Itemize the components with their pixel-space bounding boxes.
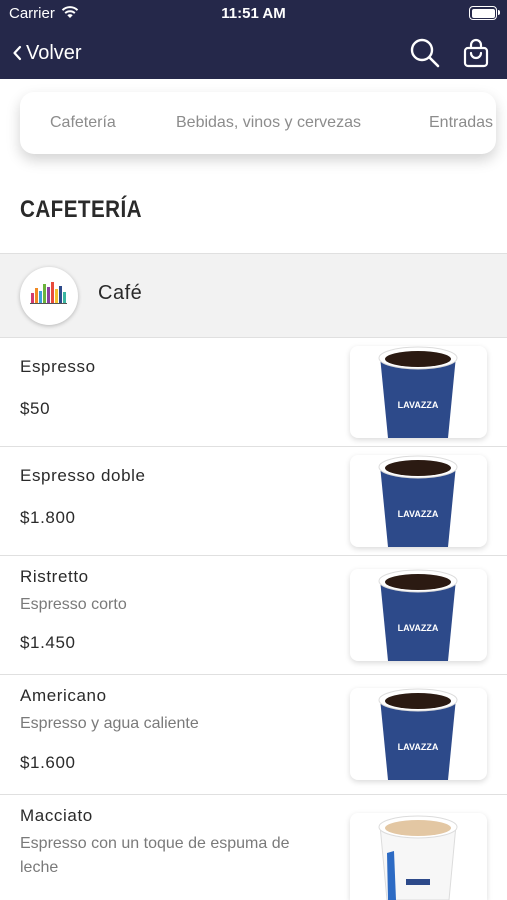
cart-button[interactable] [460,36,494,70]
tab-bebidas[interactable]: Bebidas, vinos y cervezas [176,92,361,154]
battery-icon [469,6,500,20]
menu-item-macciato[interactable]: Macciato Espresso con un toque de espuma… [0,795,507,900]
item-price: $1.600 [20,753,76,772]
item-name: Espresso doble [20,466,146,485]
cup-brand-label: LAVAZZA [398,623,439,633]
tab-entradas[interactable]: Entradas [429,92,493,154]
item-price: $50 [20,399,51,418]
nav-bar: Volver [0,36,507,70]
search-button[interactable] [408,36,442,70]
item-price: $1.450 [20,633,76,652]
cup-brand-label: LAVAZZA [398,509,439,519]
search-icon [410,38,440,68]
category-logo [20,267,78,325]
status-time: 11:51 AM [221,5,286,22]
category-header[interactable]: Café [0,253,507,338]
item-description: Espresso con un toque de espuma de leche [20,835,290,876]
item-image: LAVAZZA [350,455,487,547]
item-image: LAVAZZA [350,346,487,438]
item-description: Espresso y agua caliente [20,715,199,732]
item-price: $1.800 [20,508,76,527]
item-image [350,813,487,900]
item-name: Macciato [20,806,93,825]
category-name: Café [98,282,143,304]
menu-item-americano[interactable]: Americano Espresso y agua caliente $1.60… [0,675,507,795]
cup-brand-label: LAVAZZA [398,400,439,410]
tab-cafeteria[interactable]: Cafetería [50,92,116,154]
chevron-left-icon [13,45,22,61]
status-bar: Carrier 11:51 AM [0,0,507,28]
app-header: Carrier 11:51 AM Volver [0,0,507,79]
item-image: LAVAZZA [350,569,487,661]
back-button[interactable]: Volver [12,36,82,70]
menu-item-ristretto[interactable]: Ristretto Espresso corto $1.450 LAVAZZA [0,556,507,675]
cup-brand-label: LAVAZZA [398,742,439,752]
item-name: Ristretto [20,567,89,586]
item-name: Espresso [20,357,96,376]
category-tabs: Cafetería Bebidas, vinos y cervezas Entr… [20,92,496,154]
menu-item-espresso[interactable]: Espresso $50 LAVAZZA [0,338,507,447]
item-image: LAVAZZA [350,688,487,780]
shopping-bag-icon [463,38,489,68]
section-title: CAFETERÍA [20,196,142,223]
item-description: Espresso corto [20,596,127,613]
back-label: Volver [26,41,82,64]
menu-item-espresso-doble[interactable]: Espresso doble $1.800 LAVAZZA [0,447,507,556]
item-name: Americano [20,686,107,705]
